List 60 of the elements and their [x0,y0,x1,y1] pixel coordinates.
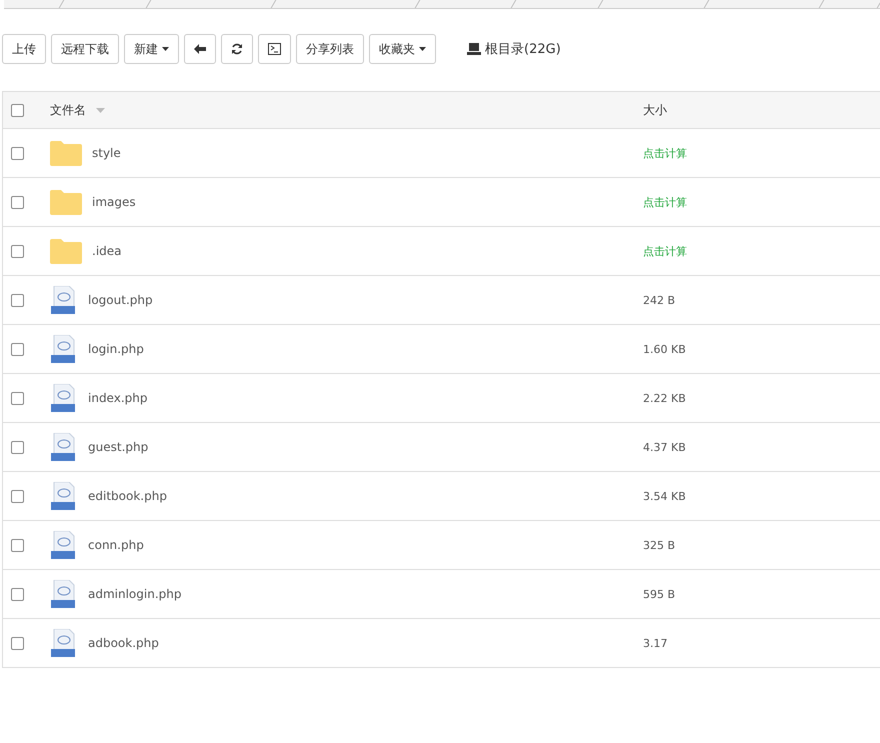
php-file-icon [50,286,78,314]
row-checkbox[interactable] [11,146,24,160]
file-name[interactable]: .idea [92,244,122,258]
file-name[interactable]: login.php [88,342,144,356]
dropdown-button[interactable]: 收藏夹 [369,34,436,64]
refresh-button[interactable] [221,34,253,64]
refresh-icon [231,43,243,55]
caret-icon [419,47,426,51]
file-name[interactable]: adbook.php [88,636,159,650]
select-all-checkbox[interactable] [11,104,24,116]
php-file-icon [50,433,78,461]
php-file-icon [50,335,78,363]
sort-icon [96,108,105,112]
file-name[interactable]: logout.php [88,293,153,307]
row-checkbox[interactable] [11,588,24,600]
terminal-button[interactable] [258,34,291,64]
caret-icon [162,47,169,51]
php-file-icon [50,580,78,608]
toolbar-button[interactable]: 远程下载 [51,34,119,64]
toolbar-button[interactable]: 分享列表 [296,34,364,64]
terminal-icon [268,43,281,55]
folder-icon [50,189,82,215]
file-size: 2.22 KB [643,392,686,404]
row-checkbox[interactable] [11,294,24,306]
file-size: 242 B [643,294,676,306]
toolbar-button[interactable]: 上传 [2,34,46,64]
disk-label: 根目录(22G) [485,41,561,58]
file-size: 595 B [643,588,676,600]
column-header[interactable]: 文件名 [50,102,86,118]
file-name[interactable]: conn.php [88,538,144,552]
row-checkbox[interactable] [11,538,24,552]
disk-icon [467,43,481,55]
file-size: 3.54 KB [643,490,686,502]
back-button[interactable] [184,34,216,64]
row-checkbox[interactable] [11,244,24,258]
file-name[interactable]: style [92,146,121,160]
file-size: 4.37 KB [643,440,686,454]
php-file-icon [50,531,78,559]
php-file-icon [50,629,78,657]
php-file-icon [50,482,78,510]
row-checkbox[interactable] [11,196,24,208]
row-checkbox[interactable] [11,636,24,650]
dropdown-button[interactable]: 新建 [124,34,179,64]
row-checkbox[interactable] [11,392,24,404]
file-size: 325 B [643,538,676,552]
file-name[interactable]: index.php [88,391,148,405]
file-name[interactable]: guest.php [88,440,148,454]
file-name[interactable]: images [92,195,136,209]
file-size: 3.17 [643,636,668,650]
file-size: 1.60 KB [643,342,686,356]
row-checkbox[interactable] [11,490,24,502]
folder-icon [50,140,82,166]
folder-icon [50,238,82,264]
row-checkbox[interactable] [11,342,24,356]
arrow-left-icon [194,44,206,54]
file-name[interactable]: adminlogin.php [88,587,182,601]
row-checkbox[interactable] [11,440,24,454]
column-header[interactable]: 大小 [643,102,667,118]
php-file-icon [50,384,78,412]
file-name[interactable]: editbook.php [88,489,167,503]
